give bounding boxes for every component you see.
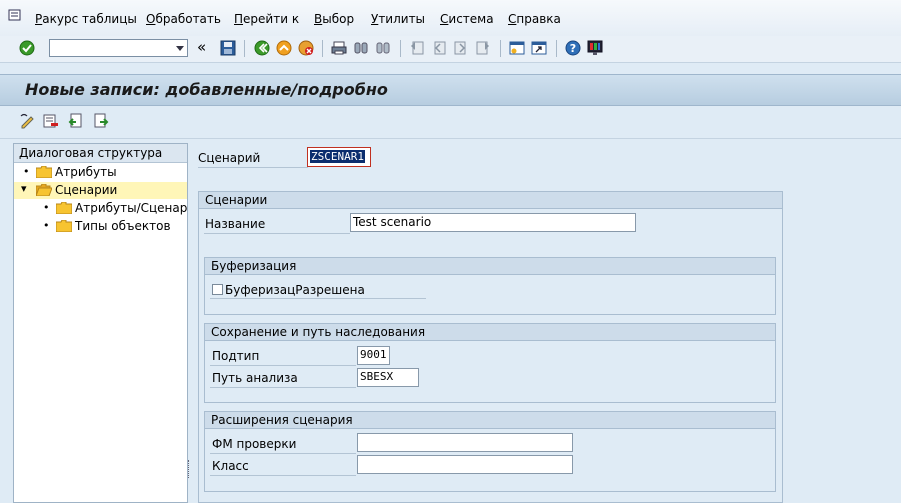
bullet-icon: • [23, 165, 30, 178]
find-next-icon[interactable] [375, 40, 391, 56]
prev-page-icon[interactable] [431, 40, 447, 56]
subtype-field[interactable]: 9001 [357, 346, 390, 365]
open-folder-icon [36, 184, 52, 196]
group-title: Сохранение и путь наследования [211, 325, 426, 339]
menu-item-system[interactable]: Система [440, 12, 494, 26]
group-header: Расширения сценария [205, 412, 775, 429]
group-header: Сценарии [199, 192, 782, 209]
menu-item-help[interactable]: Справка [508, 12, 561, 26]
class-field[interactable] [357, 455, 573, 474]
copy-icon[interactable] [93, 113, 109, 129]
svg-text:?: ? [570, 42, 576, 55]
next-page-icon[interactable] [453, 40, 469, 56]
first-page-icon[interactable] [409, 40, 425, 56]
folder-icon [56, 220, 72, 232]
last-page-icon[interactable] [475, 40, 491, 56]
dialog-structure-tree: Диалоговая структура • Атрибуты ▾ Сценар… [13, 143, 188, 503]
menu-item-selection[interactable]: Выбор [314, 12, 354, 26]
help-icon[interactable]: ? [565, 40, 581, 56]
subtype-label: Подтип [212, 349, 260, 363]
tree-node-scenarios[interactable]: ▾ Сценарии [14, 182, 187, 199]
check-fm-field[interactable] [357, 433, 573, 452]
class-label: Класс [212, 459, 249, 473]
group-title: Буферизация [211, 259, 297, 273]
find-icon[interactable] [353, 40, 369, 56]
command-field[interactable] [49, 39, 188, 57]
chevron-down-icon[interactable] [176, 46, 184, 51]
buffering-allowed-label: БуферизацРазрешена [225, 283, 365, 297]
group-header: Сохранение и путь наследования [205, 324, 775, 341]
tree-node-attributes-scenario[interactable]: • Атрибуты/Сценарий [14, 200, 187, 217]
analysis-path-field[interactable]: SBESX [357, 368, 419, 387]
scenario-field[interactable]: ZSCENAR1 [307, 147, 371, 167]
menu-item-table-view[interactable]: Ракурс таблицы [35, 12, 137, 26]
menu-item-goto[interactable]: Перейти к [234, 12, 299, 26]
new-session-icon[interactable] [509, 40, 525, 56]
menu-item-edit[interactable]: Обработать [146, 12, 221, 26]
name-field[interactable]: Test scenario [350, 213, 636, 232]
save-icon[interactable] [220, 40, 236, 56]
tree-node-label: Атрибуты [55, 165, 117, 179]
analysis-path-label: Путь анализа [212, 371, 298, 385]
group-header: Буферизация [205, 258, 775, 275]
tree-node-label: Атрибуты/Сценарий [75, 201, 187, 215]
splitter-handle[interactable] [188, 460, 191, 478]
check-icon[interactable] [19, 40, 35, 56]
folder-icon [36, 166, 52, 178]
group-title: Расширения сценария [211, 413, 353, 427]
print-icon[interactable] [331, 40, 347, 56]
folder-icon [56, 202, 72, 214]
tree-node-label: Сценарии [55, 183, 118, 197]
back-icon[interactable] [254, 40, 270, 56]
bullet-icon: • [43, 201, 50, 214]
layout-icon[interactable] [587, 40, 603, 56]
menu-icon[interactable] [8, 9, 23, 23]
shortcut-icon[interactable] [531, 40, 547, 56]
expand-arrow-icon[interactable]: ▾ [21, 182, 27, 195]
menu-bar: Ракурс таблицы Обработать Перейти к Выбо… [0, 0, 901, 36]
tree-header: Диалоговая структура [14, 144, 187, 163]
bullet-icon: • [43, 219, 50, 232]
tree-node-label: Типы объектов [75, 219, 171, 233]
name-label: Название [205, 217, 266, 231]
scenario-label: Сценарий [198, 151, 261, 165]
change-display-icon[interactable] [20, 113, 36, 129]
scenario-value: ZSCENAR1 [310, 150, 365, 163]
menu-item-utilities[interactable]: Утилиты [371, 12, 425, 26]
group-title: Сценарии [205, 193, 268, 207]
group-save-inheritance: Сохранение и путь наследования [204, 323, 776, 403]
check-fm-label: ФМ проверки [212, 437, 297, 451]
delete-icon[interactable] [43, 113, 59, 129]
cancel-icon[interactable] [298, 40, 314, 56]
tree-node-object-types[interactable]: • Типы объектов [14, 218, 187, 235]
buffering-allowed-checkbox[interactable] [212, 284, 223, 295]
exit-icon[interactable] [276, 40, 292, 56]
tree-header-label: Диалоговая структура [19, 146, 163, 160]
title-bar: Новые записи: добавленные/подробно [0, 74, 901, 106]
tree-node-attributes[interactable]: • Атрибуты [14, 164, 187, 181]
application-toolbar [0, 106, 901, 139]
collapse-icon[interactable]: « [197, 38, 213, 56]
undo-icon[interactable] [67, 113, 83, 129]
standard-toolbar: « ? [0, 36, 901, 63]
page-title: Новые записи: добавленные/подробно [25, 80, 388, 99]
